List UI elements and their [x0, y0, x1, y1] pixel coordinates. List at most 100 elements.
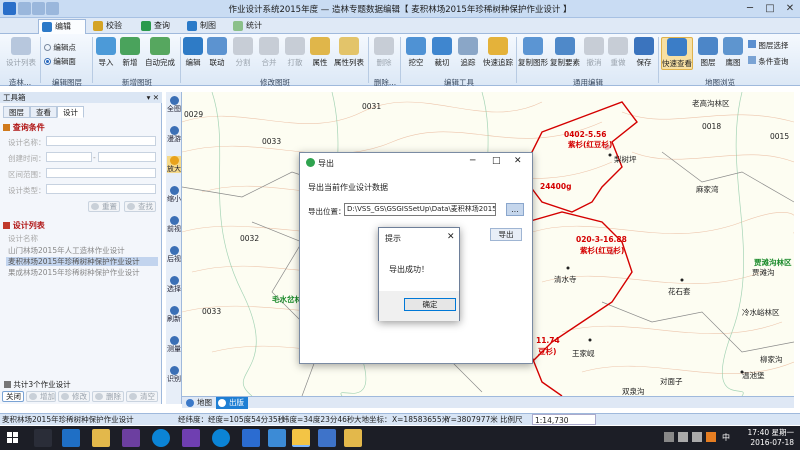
full-extent-button[interactable]: 全图 [167, 96, 181, 113]
search-button[interactable]: 查找 [124, 201, 156, 212]
layer-select-button[interactable]: 图层选择 [748, 40, 788, 51]
identify-button[interactable]: 识别 [167, 366, 181, 383]
save-button[interactable]: 保存 [633, 37, 655, 68]
ribbon-separator [516, 37, 517, 83]
quick-trace-button[interactable]: 快速追踪 [482, 37, 514, 68]
ok-button[interactable]: 确定 [404, 298, 456, 311]
add-button[interactable]: 新增 [119, 37, 141, 68]
tab-query[interactable]: 查询 [138, 19, 184, 34]
import-button[interactable]: 导入 [95, 37, 117, 68]
minimize-button[interactable]: ─ [742, 1, 758, 16]
modify-design-button[interactable]: 修改 [58, 391, 90, 402]
network-icon[interactable] [678, 432, 688, 442]
auto-complete-button[interactable]: 自动完成 [143, 37, 177, 68]
created-time-start-input[interactable] [46, 152, 92, 162]
volume-icon[interactable] [692, 432, 702, 442]
task-view-icon[interactable] [34, 429, 52, 447]
k-app-icon[interactable] [152, 429, 170, 447]
browse-button[interactable]: ... [506, 203, 524, 216]
clip-button[interactable]: 裁切 [430, 37, 454, 68]
explorer-icon[interactable] [344, 429, 362, 447]
close-button[interactable]: ✕ [782, 1, 798, 16]
dialog-minimize-button[interactable]: ─ [470, 156, 475, 166]
copy-feature-button[interactable]: 复制要素 [550, 37, 580, 68]
layer-button[interactable]: 图层 [696, 37, 720, 68]
prev-view-button[interactable]: 前视 [167, 216, 181, 233]
scale-input[interactable]: 1:14,730 [532, 414, 596, 425]
clock[interactable]: 17:40 星期一 2016-07-18 [748, 428, 795, 448]
hollow-button[interactable]: 挖空 [404, 37, 428, 68]
edit-button[interactable]: 编辑 [182, 37, 204, 68]
merge-button[interactable]: 合并 [258, 37, 280, 68]
edge-icon[interactable] [62, 429, 80, 447]
copy-graphic-button[interactable]: 复制图形 [518, 37, 548, 68]
tab-design[interactable]: 设计 [57, 106, 84, 118]
start-button[interactable] [4, 429, 22, 447]
design-type-input[interactable] [46, 184, 156, 194]
toolbox-pin-close[interactable]: ▾ ✕ [147, 92, 159, 103]
pan-button[interactable]: 漫游 [167, 126, 181, 143]
gis-app-icon[interactable] [268, 429, 286, 447]
quick-view-button[interactable]: 快速查看 [661, 37, 693, 70]
app-window-icon[interactable] [242, 429, 260, 447]
reset-button[interactable]: 重置 [88, 201, 120, 212]
cursor-icon [169, 276, 179, 285]
close-list-button[interactable]: 关闭 [2, 391, 24, 402]
design-type-label: 设计类型： [8, 186, 46, 195]
folder-icon[interactable] [92, 429, 110, 447]
tray-app-icon[interactable] [706, 432, 716, 442]
edit-point-radio[interactable]: 编辑点 [44, 42, 76, 53]
measure-button[interactable]: 测量 [167, 336, 181, 353]
maximize-button[interactable]: □ [762, 1, 778, 16]
condition-query-button[interactable]: 条件查询 [748, 56, 788, 67]
tray-up-icon[interactable] [664, 432, 674, 442]
tab-layers[interactable]: 图层 [3, 106, 30, 118]
select-button[interactable]: 选择 [167, 276, 181, 293]
link-button[interactable]: 联动 [206, 37, 228, 68]
delete-design-button[interactable]: 删除 [92, 391, 124, 402]
tab-layout[interactable]: 出版 [216, 397, 248, 409]
tab-view[interactable]: 查看 [30, 106, 57, 118]
attribute-list-button[interactable]: 属性列表 [333, 37, 365, 68]
zoom-out-button[interactable]: 缩小 [167, 186, 181, 203]
tab-check[interactable]: 校验 [90, 19, 136, 34]
split-button[interactable]: 分割 [232, 37, 254, 68]
tab-stats[interactable]: 统计 [230, 19, 276, 34]
clear-design-button[interactable]: 清空 [126, 391, 158, 402]
eagle-eye-button[interactable]: 鹰图 [722, 37, 744, 68]
export-button[interactable]: 导出 [490, 228, 522, 241]
tab-mapping[interactable]: 制图 [184, 19, 230, 34]
dialog-close-button[interactable]: ✕ [514, 156, 522, 166]
visual-studio-icon[interactable] [122, 429, 140, 447]
redo-button[interactable]: 重做 [607, 37, 629, 68]
design-name-input[interactable] [46, 136, 156, 146]
count-label: 共计3个作业设计 [13, 380, 71, 389]
next-view-button[interactable]: 后视 [167, 246, 181, 263]
list-item[interactable]: 果成林场2015年珍稀树种保护作业设计 [6, 268, 158, 277]
trace-button[interactable]: 追踪 [456, 37, 480, 68]
dialog-maximize-button[interactable]: □ [492, 156, 501, 166]
tool-label: 识别 [167, 375, 181, 383]
design-list-button[interactable]: 设计列表 [4, 37, 38, 68]
list-item[interactable]: 山门林场2015年人工造林作业设计 [6, 246, 158, 255]
refresh-button[interactable]: 刷新 [167, 306, 181, 323]
tab-map[interactable]: 地图 [184, 397, 216, 409]
undo-button[interactable]: 撤消 [583, 37, 605, 68]
design-app-icon[interactable] [292, 429, 310, 447]
tab-edit[interactable]: 编辑 [38, 19, 86, 34]
prompt-close-button[interactable]: ✕ [447, 232, 455, 242]
dialog-app-icon[interactable] [318, 429, 336, 447]
export-path-input[interactable]: D:\VSS_GS\GSGISSetUp\Data\麦积林场2015年 [344, 203, 496, 216]
visual-studio-2-icon[interactable] [182, 429, 200, 447]
edit-polygon-radio[interactable]: 编辑面 [44, 56, 76, 67]
language-indicator[interactable]: 中 [722, 432, 730, 443]
zoom-in-button[interactable]: 放大 [167, 156, 181, 174]
delete-button[interactable]: 删除 [372, 37, 396, 68]
add-design-button[interactable]: 增加 [26, 391, 56, 402]
created-time-end-input[interactable] [98, 152, 156, 162]
explode-button[interactable]: 打散 [284, 37, 306, 68]
area-range-input[interactable] [46, 168, 156, 178]
list-item-selected[interactable]: 麦积林场2015年珍稀树种保护作业设计 [6, 257, 158, 266]
k-app-2-icon[interactable] [212, 429, 230, 447]
attribute-button[interactable]: 属性 [309, 37, 331, 68]
